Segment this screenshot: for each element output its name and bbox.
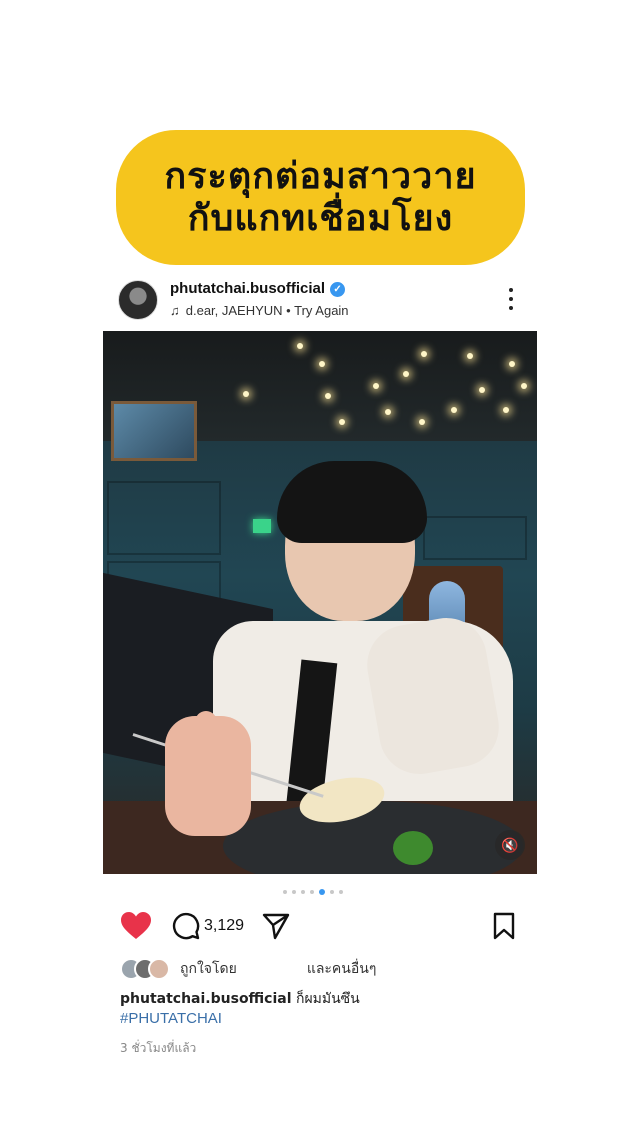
liker-avatar [148, 958, 170, 980]
more-icon[interactable] [508, 288, 514, 310]
comment-count: 3,129 [204, 917, 245, 934]
post-header: phutatchai.busofficial ✓ ♫ d.ear, JAEHYUN … [118, 280, 528, 322]
music-row[interactable]: ♫ d.ear, JAEHYUN • Try Again [170, 303, 349, 318]
caption-text: ก็ผมมันซึน [295, 991, 360, 1007]
hashtag-link[interactable]: #PHUTATCHAI [120, 1010, 222, 1027]
heart-icon[interactable] [120, 911, 152, 941]
carousel-indicator [283, 889, 343, 895]
avatar[interactable] [118, 280, 158, 320]
banner-line-1: กระตุกต่อมสาววาย [164, 155, 477, 197]
comment-icon[interactable] [172, 912, 200, 940]
post-username[interactable]: phutatchai.busofficial ✓ [170, 280, 346, 297]
mute-icon[interactable]: 🔇 [495, 830, 525, 860]
caption-username[interactable]: phutatchai.busofficial [120, 991, 292, 1007]
action-bar: 3,129 [120, 906, 520, 946]
caption: phutatchai.busofficial ก็ผมมันซึน [120, 988, 360, 1010]
music-icon: ♫ [170, 303, 180, 318]
verified-icon: ✓ [330, 282, 346, 297]
likes-row[interactable]: ถูกใจโดย และคนอื่นๆ [120, 957, 376, 981]
likes-text: ถูกใจโดย และคนอื่นๆ [180, 958, 376, 980]
title-banner: กระตุกต่อมสาววาย กับแกทเชื่อมโยง [116, 130, 525, 265]
save-icon[interactable] [492, 912, 516, 940]
post-photo[interactable]: 🔇 [103, 331, 537, 874]
likes-prefix: ถูกใจโดย [180, 961, 237, 977]
wall-painting [111, 401, 197, 461]
likes-suffix: และคนอื่นๆ [306, 961, 377, 977]
music-text[interactable]: d.ear, JAEHYUN • Try Again [186, 303, 349, 318]
share-icon[interactable] [262, 912, 290, 940]
username-text[interactable]: phutatchai.busofficial [170, 280, 325, 297]
post-timestamp: 3 ชั่วโมงที่แล้ว [120, 1041, 197, 1055]
banner-line-2: กับแกทเชื่อมโยง [187, 197, 454, 239]
